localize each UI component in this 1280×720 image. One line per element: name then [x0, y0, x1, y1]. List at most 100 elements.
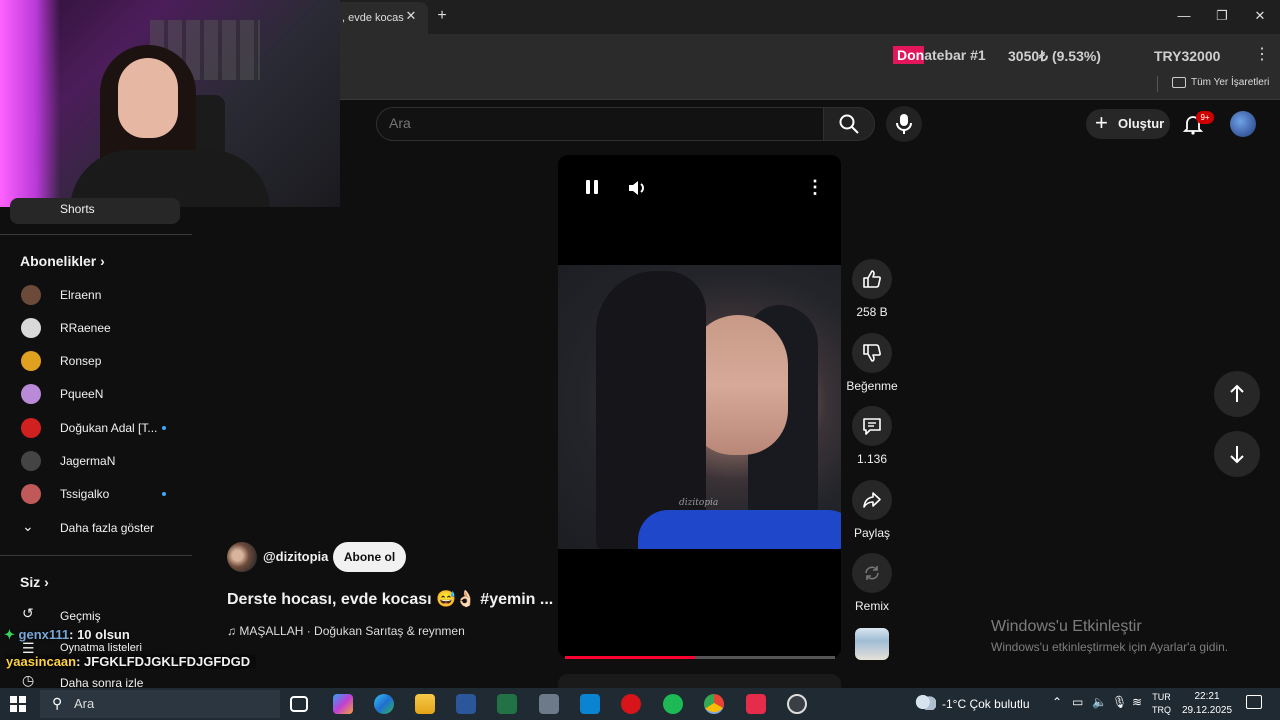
video-watermark: dizitopia [679, 498, 719, 508]
donatebar-overlay: Donatebar #1 [893, 46, 986, 64]
you-title: Siz [20, 574, 41, 590]
obs-icon[interactable] [787, 694, 807, 714]
search-input[interactable] [389, 115, 809, 131]
shorts-player[interactable]: dizitopia [558, 155, 841, 658]
arrow-down-icon [1230, 446, 1244, 464]
word-icon[interactable] [456, 694, 476, 714]
remix-button[interactable] [852, 553, 892, 593]
network-icon[interactable]: ≋ [1132, 695, 1142, 709]
sidebar-item-subscription[interactable]: Elraenn [0, 279, 192, 312]
show-more-button[interactable]: Daha fazla göster [60, 521, 154, 535]
sidebar-item-subscription[interactable]: Doğukan Adal [T... [0, 412, 192, 445]
live-indicator-dot [162, 426, 166, 430]
chevron-down-icon: ⌄ [22, 518, 34, 534]
thumbs-up-icon [863, 270, 881, 288]
audio-source-thumbnail[interactable] [855, 628, 889, 660]
chat-message: yaasincaan: JFGKLFDJGKLFDJGFDGD [6, 654, 257, 669]
battery-icon[interactable]: ▭ [1072, 695, 1083, 709]
new-tab-button[interactable]: + [432, 6, 452, 26]
live-indicator-dot [162, 492, 166, 496]
spotify-icon[interactable] [663, 694, 683, 714]
sidebar-item-subscription[interactable]: JagermaN [0, 445, 192, 478]
microphone-tray-icon[interactable]: 🎙 [1112, 695, 1127, 709]
next-short-button[interactable] [1214, 431, 1260, 477]
windows-start-icon[interactable] [10, 696, 26, 712]
tray-chevron-up-icon[interactable]: ⌃ [1052, 695, 1062, 709]
sidebar-item-playlists[interactable]: Oynatma listeleri [60, 642, 142, 654]
chrome-icon[interactable] [704, 694, 724, 714]
sidebar-item-shorts[interactable] [10, 198, 180, 224]
account-avatar[interactable] [1230, 111, 1256, 137]
subscription-name: Ronsep [60, 354, 102, 368]
notification-count-badge: 9+ [1196, 111, 1214, 124]
you-heading[interactable]: Siz › [20, 574, 49, 590]
donatebar-prefix: Don [893, 46, 925, 64]
copilot-icon[interactable] [333, 694, 353, 714]
folder-icon[interactable] [1172, 77, 1186, 88]
channel-avatar [21, 318, 41, 338]
more-options-icon[interactable]: ⋮ [806, 177, 824, 198]
search-button[interactable] [823, 107, 875, 141]
video-title[interactable]: Derste hocası, evde kocası 😅👌🏻 #yemin ..… [227, 589, 553, 609]
weather-status[interactable]: -1°C Çok bulutlu [942, 697, 1030, 711]
sidebar-divider [0, 234, 192, 235]
progress-fill [565, 656, 695, 659]
channel-avatar [21, 384, 41, 404]
channel-avatar[interactable] [227, 542, 257, 572]
sidebar-item-subscription[interactable]: Ronsep [0, 345, 192, 378]
store-icon[interactable] [580, 694, 600, 714]
sidebar-item-subscription[interactable]: PqueeN [0, 378, 192, 411]
taskbar-clock[interactable]: 22:21 29.12.2025 [1182, 690, 1232, 718]
edge-icon[interactable] [374, 694, 394, 714]
like-button[interactable] [852, 259, 892, 299]
voice-search-button[interactable] [886, 106, 922, 142]
sidebar-item-subscription[interactable]: RRaenee [0, 312, 192, 345]
like-count: 258 B [856, 305, 888, 319]
subscriptions-heading[interactable]: Abonelikler › [20, 253, 105, 269]
search-box[interactable] [376, 107, 823, 141]
music-credit[interactable]: ♫ MAŞALLAH · Doğukan Sarıtaş & reynmen [227, 624, 465, 638]
comments-button[interactable] [852, 406, 892, 446]
subscription-name: Tssigalko [60, 487, 110, 501]
plus-icon: + [1095, 110, 1108, 135]
volume-icon[interactable] [627, 179, 647, 197]
microphone-icon [896, 114, 912, 134]
opera-icon[interactable] [621, 694, 641, 714]
channel-handle[interactable]: @dizitopia [263, 549, 328, 564]
subscribe-button[interactable]: Abone ol [333, 542, 406, 572]
speaker-icon[interactable]: 🔈 [1092, 695, 1107, 709]
tab-close-icon[interactable]: ✕ [403, 8, 419, 24]
dislike-button[interactable] [852, 333, 892, 373]
sidebar-item-subscription[interactable]: Tssigalko [0, 478, 192, 511]
sidebar-item-label: Shorts [60, 202, 95, 216]
window-close-icon[interactable]: ✕ [1248, 6, 1272, 26]
remix-label: Remix [854, 599, 889, 613]
minimize-icon[interactable]: — [1172, 6, 1196, 26]
share-icon [863, 492, 881, 508]
channel-avatar [21, 351, 41, 371]
calculator-icon[interactable] [539, 694, 559, 714]
subscriptions-title: Abonelikler [20, 253, 97, 269]
donate-amount: 3050₺ (9.53%) [1008, 48, 1101, 64]
chat-username: yaasincaan [6, 654, 77, 669]
clock-time: 22:21 [1194, 691, 1220, 702]
browser-menu-icon[interactable]: ⋮ [1254, 44, 1270, 64]
remix-icon [865, 566, 879, 580]
notification-center-icon[interactable] [1246, 695, 1262, 709]
maximize-icon[interactable]: ❐ [1210, 6, 1234, 26]
thumbs-down-icon [863, 344, 881, 362]
chevron-right-icon: › [44, 574, 49, 590]
previous-short-button[interactable] [1214, 371, 1260, 417]
windows-activation-subtitle: Windows'u etkinleştirmek için Ayarlar'a … [991, 640, 1229, 654]
sidebar-item-history[interactable]: Geçmiş [60, 609, 101, 623]
input-language-indicator[interactable]: TUR TRQ [1152, 691, 1171, 717]
channel-avatar [21, 484, 41, 504]
pocket-icon[interactable] [746, 694, 766, 714]
pause-icon[interactable] [583, 178, 601, 196]
excel-icon[interactable] [497, 694, 517, 714]
all-bookmarks-link[interactable]: Tüm Yer İşaretleri [1191, 77, 1269, 88]
dislike-label: Beğenme [846, 379, 898, 393]
file-explorer-icon[interactable] [415, 694, 435, 714]
share-button[interactable] [852, 480, 892, 520]
task-view-icon[interactable] [290, 696, 308, 712]
